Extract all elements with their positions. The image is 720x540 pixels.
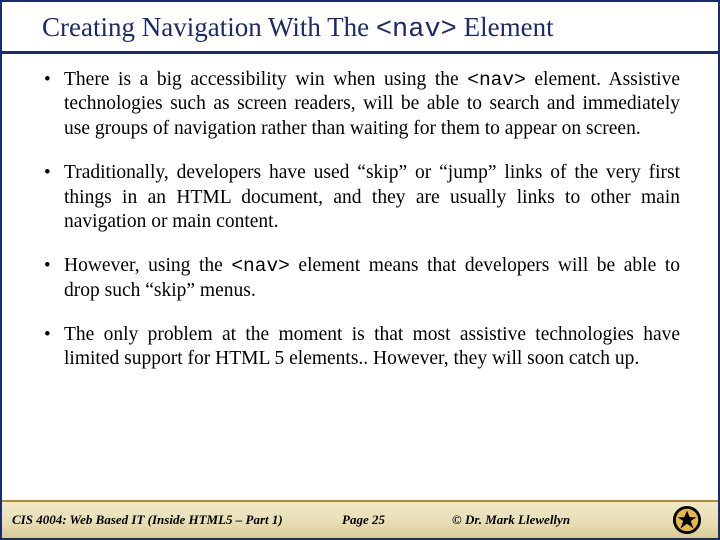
- bullet-item: There is a big accessibility win when us…: [44, 68, 680, 141]
- bullet-code: <nav>: [467, 69, 526, 91]
- footer-page: Page 25: [342, 512, 452, 528]
- bullet-list: There is a big accessibility win when us…: [44, 68, 680, 372]
- slide: Creating Navigation With The <nav> Eleme…: [0, 0, 720, 540]
- bullet-text: However, using the: [64, 255, 231, 276]
- bullet-code: <nav>: [231, 255, 290, 277]
- slide-footer: CIS 4004: Web Based IT (Inside HTML5 – P…: [2, 500, 718, 538]
- footer-author: © Dr. Mark Llewellyn: [452, 512, 622, 528]
- title-code: <nav>: [376, 15, 457, 45]
- slide-body: There is a big accessibility win when us…: [2, 54, 718, 500]
- title-pre: Creating Navigation With The: [42, 12, 376, 42]
- bullet-text: The only problem at the moment is that m…: [64, 324, 680, 369]
- bullet-item: Traditionally, developers have used “ski…: [44, 161, 680, 234]
- bullet-text: There is a big accessibility win when us…: [64, 69, 467, 90]
- title-bar: Creating Navigation With The <nav> Eleme…: [2, 2, 718, 54]
- ucf-logo-icon: [672, 505, 702, 535]
- slide-title: Creating Navigation With The <nav> Eleme…: [42, 12, 698, 45]
- bullet-text: Traditionally, developers have used “ski…: [64, 162, 680, 232]
- title-post: Element: [457, 12, 554, 42]
- bullet-item: However, using the <nav> element means t…: [44, 254, 680, 303]
- footer-course: CIS 4004: Web Based IT (Inside HTML5 – P…: [12, 512, 342, 528]
- bullet-item: The only problem at the moment is that m…: [44, 323, 680, 372]
